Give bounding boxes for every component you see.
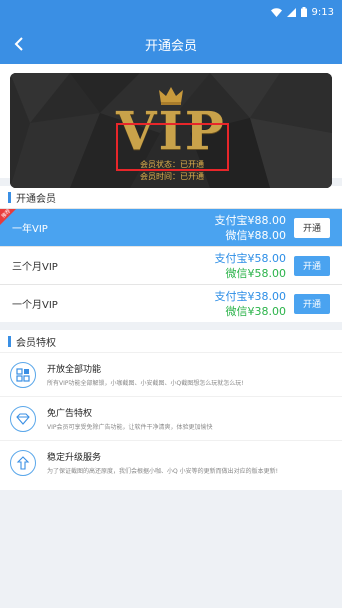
privilege-item-all-features: 开放全部功能 所有VIP功能全部解锁，小咖截图、小安截图、小Q截图想怎么玩就怎么… (0, 352, 342, 396)
plan-row-three-months[interactable]: 三个月VIP 支付宝¥58.00 微信¥58.00 开通 (0, 246, 342, 284)
privilege-item-upgrade: 稳定升级服务 为了保证截图的高还原度，我们会根据小咖、小Q 小安等的更新而做出对… (0, 440, 342, 484)
open-button-three-months[interactable]: 开通 (294, 255, 330, 276)
plans-section-label: 开通会员 (16, 193, 56, 205)
plans-section-title: 开通会员 (0, 186, 342, 208)
alipay-price: 支付宝¥58.00 (214, 251, 287, 265)
status-time: 9:13 (311, 6, 334, 18)
privilege-desc: 为了保证截图的高还原度，我们会根据小咖、小Q 小安等的更新而做出对应的版本更新! (47, 468, 279, 475)
page-title: 开通会员 (144, 38, 197, 54)
privilege-text: 稳定升级服务 为了保证截图的高还原度，我们会根据小咖、小Q 小安等的更新而做出对… (47, 450, 332, 475)
plan-row-one-year[interactable]: 推荐 一年VIP 支付宝¥88.00 微信¥88.00 开通 (0, 208, 342, 246)
privilege-title: 免广告特权 (47, 409, 93, 419)
highlight-box (116, 123, 229, 171)
privilege-title: 稳定升级服务 (47, 453, 102, 463)
section-marker (8, 191, 11, 203)
membership-time-line: 会员时间：已开通 (140, 172, 204, 181)
privilege-text: 免广告特权 VIP会员可享受免除广告功能，让软件干净清爽，体验更加愉快 (47, 406, 332, 431)
diamond-icon (10, 405, 36, 432)
open-button-one-month[interactable]: 开通 (294, 293, 330, 314)
all-features-icon (10, 361, 36, 388)
plan-prices: 支付宝¥58.00 微信¥58.00 (215, 251, 287, 281)
privileges-section-label: 会员特权 (16, 337, 56, 349)
wechat-price: 微信¥88.00 (225, 228, 287, 242)
wechat-price: 微信¥38.00 (225, 304, 287, 318)
wifi-icon (270, 7, 282, 17)
privilege-desc: VIP会员可享受免除广告功能，让软件干净清爽，体验更加愉快 (47, 424, 213, 431)
alipay-price: 支付宝¥38.00 (214, 289, 287, 303)
battery-icon (300, 7, 307, 17)
plan-row-one-month[interactable]: 一个月VIP 支付宝¥38.00 微信¥38.00 开通 (0, 284, 342, 322)
plan-name: 一年VIP (12, 224, 48, 235)
status-bar: 9:13 (0, 0, 342, 24)
privilege-desc: 所有VIP功能全部解锁，小咖截图、小安截图、小Q截图想怎么玩就怎么玩! (47, 380, 244, 387)
privileges-section: 会员特权 开放全部功能 所有VIP功能全部解锁，小咖截图、小安截图、小Q截图想怎… (0, 330, 342, 490)
plans-section: 开通会员 推荐 一年VIP 支付宝¥88.00 微信¥88.00 开通 三个月V… (0, 186, 342, 322)
signal-icon (286, 7, 296, 17)
wechat-price: 微信¥58.00 (225, 266, 287, 280)
privileges-section-title: 会员特权 (0, 330, 342, 352)
plan-prices: 支付宝¥88.00 微信¥88.00 (215, 213, 287, 243)
plan-name: 一个月VIP (12, 300, 58, 311)
upgrade-arrow-icon (10, 449, 36, 476)
app-bar: 开通会员 (0, 24, 342, 64)
privilege-title: 开放全部功能 (47, 365, 102, 375)
open-button-one-year[interactable]: 开通 (294, 217, 330, 238)
plan-name: 三个月VIP (12, 262, 58, 273)
privilege-item-no-ads: 免广告特权 VIP会员可享受免除广告功能，让软件干净清爽，体验更加愉快 (0, 396, 342, 440)
back-arrow-icon (14, 37, 23, 51)
back-button[interactable] (8, 33, 30, 55)
alipay-price: 支付宝¥88.00 (214, 213, 287, 227)
section-marker (8, 335, 11, 347)
privilege-text: 开放全部功能 所有VIP功能全部解锁，小咖截图、小安截图、小Q截图想怎么玩就怎么… (47, 362, 332, 387)
plan-prices: 支付宝¥38.00 微信¥38.00 (215, 289, 287, 319)
